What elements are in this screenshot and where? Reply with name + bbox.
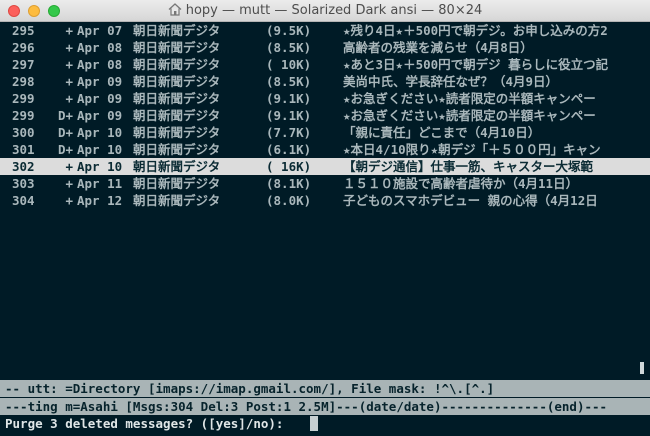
message-flags: + (65, 57, 73, 72)
message-row[interactable]: 300 D+ Apr 10 朝日新聞デジタ (7.7K) 「親に責任」どこまで（4月10日… (0, 124, 650, 141)
index-status-bar: ---ting m=Asahi [Msgs:304 Del:3 Post:1 2… (0, 398, 650, 415)
message-sender: 朝日新聞デジタ (133, 40, 221, 55)
message-number: 303 (12, 176, 35, 191)
message-sender: 朝日新聞デジタ (133, 193, 221, 208)
message-subject: ★お急ぎください★読者限定の半額キャンペー (343, 108, 596, 123)
terminal-content[interactable]: 295 + Apr 07 朝日新聞デジタ (9.5K) ★残り4日★＋500円で朝デジ。お… (0, 22, 650, 436)
message-number: 295 (12, 23, 35, 38)
message-flags: + (65, 74, 73, 89)
message-date: Apr 08 (77, 57, 123, 72)
command-prompt[interactable]: Purge 3 deleted messages? ([yes]/no): (0, 415, 650, 432)
message-subject: ★あと3日★＋500円で朝デジ 暮らしに役立つ記 (343, 57, 609, 72)
message-subject: 「親に責任」どこまで（4月10日） (343, 125, 541, 140)
message-sender: 朝日新聞デジタ (133, 91, 221, 106)
message-size: ( 16K) (266, 159, 312, 174)
scroll-indicator (640, 362, 644, 374)
message-sender: 朝日新聞デジタ (133, 108, 221, 123)
message-date: Apr 09 (77, 108, 123, 123)
message-row[interactable]: 301 D+ Apr 10 朝日新聞デジタ (6.1K) ★本日4/10限り★朝デジ「＋５… (0, 141, 650, 158)
message-subject: ★お急ぎください★読者限定の半額キャンペー (343, 91, 596, 106)
message-number: 297 (12, 57, 35, 72)
message-flags: + (65, 159, 73, 174)
message-subject: 【朝デジ通信】仕事一筋、キャスター大塚範 (343, 159, 594, 174)
message-number: 302 (12, 159, 35, 174)
message-size: (9.1K) (266, 91, 312, 106)
home-folder-icon (168, 3, 182, 16)
message-size: (8.5K) (266, 74, 312, 89)
message-number: 301 (12, 142, 35, 157)
message-number: 296 (12, 40, 35, 55)
message-row-selected[interactable]: 302 + Apr 10 朝日新聞デジタ ( 16K) 【朝デジ通信】仕事一筋、キャスター… (0, 158, 650, 175)
message-flags: D+ (57, 142, 73, 157)
message-row[interactable]: 303 + Apr 11 朝日新聞デジタ (8.1K) １５１０施設で高齢者虐待か（4月1… (0, 175, 650, 192)
message-number: 299 (12, 91, 35, 106)
message-row[interactable]: 295 + Apr 07 朝日新聞デジタ (9.5K) ★残り4日★＋500円で朝デジ。お… (0, 22, 650, 39)
message-date: Apr 10 (77, 125, 123, 140)
message-date: Apr 11 (77, 176, 123, 191)
message-date: Apr 07 (77, 23, 123, 38)
message-date: Apr 10 (77, 159, 123, 174)
message-date: Apr 09 (77, 91, 123, 106)
message-number: 299 (12, 108, 35, 123)
message-date: Apr 12 (77, 193, 123, 208)
message-number: 304 (12, 193, 35, 208)
message-flags: + (65, 91, 73, 106)
message-size: (9.5K) (266, 23, 312, 38)
window-title: hopy — mutt — Solarized Dark ansi — 80×2… (0, 3, 650, 18)
message-flags: D+ (57, 125, 73, 140)
message-size: (7.7K) (266, 125, 312, 140)
message-sender: 朝日新聞デジタ (133, 57, 221, 72)
message-sender: 朝日新聞デジタ (133, 23, 221, 38)
message-flags: + (65, 23, 73, 38)
message-subject: 美尚中氏、学長辞任なぜ？（4月9日） (343, 74, 559, 89)
message-flags: + (65, 176, 73, 191)
text-cursor (310, 416, 318, 431)
message-size: (6.1K) (266, 142, 312, 157)
message-row[interactable]: 296 + Apr 08 朝日新聞デジタ (8.5K) 高齢者の残業を減らせ（4月8日） (0, 39, 650, 56)
message-subject: ★残り4日★＋500円で朝デジ。お申し込みの方2 (343, 23, 608, 38)
message-date: Apr 10 (77, 142, 123, 157)
message-flags: D+ (57, 108, 73, 123)
message-size: ( 10K) (266, 57, 312, 72)
message-number: 300 (12, 125, 35, 140)
message-row[interactable]: 298 + Apr 09 朝日新聞デジタ (8.5K) 美尚中氏、学長辞任なぜ？（4月9日… (0, 73, 650, 90)
purge-prompt-text: Purge 3 deleted messages? ([yes]/no): (5, 416, 291, 431)
directory-status-bar: -- utt: =Directory [imaps://imap.gmail.c… (0, 380, 650, 397)
terminal-window: hopy — mutt — Solarized Dark ansi — 80×2… (0, 0, 650, 436)
message-subject: １５１０施設で高齢者虐待か（4月11日） (343, 176, 579, 191)
message-date: Apr 09 (77, 74, 123, 89)
message-size: (9.1K) (266, 108, 312, 123)
message-sender: 朝日新聞デジタ (133, 159, 221, 174)
message-flags: + (65, 40, 73, 55)
message-row[interactable]: 299 D+ Apr 09 朝日新聞デジタ (9.1K) ★お急ぎください★読者限定の半額… (0, 107, 650, 124)
directory-status-text: -- utt: =Directory [imaps://imap.gmail.c… (5, 381, 495, 396)
message-subject: ★本日4/10限り★朝デジ「＋５００円」キャン (343, 142, 601, 157)
message-subject: 子どものスマホデビュー 親の心得（4月12日 (343, 193, 598, 208)
title-bar[interactable]: hopy — mutt — Solarized Dark ansi — 80×2… (0, 0, 650, 22)
message-sender: 朝日新聞デジタ (133, 142, 221, 157)
message-date: Apr 08 (77, 40, 123, 55)
message-flags: + (65, 193, 73, 208)
message-subject: 高齢者の残業を減らせ（4月8日） (343, 40, 533, 55)
message-size: (8.5K) (266, 40, 312, 55)
message-sender: 朝日新聞デジタ (133, 125, 221, 140)
message-row[interactable]: 297 + Apr 08 朝日新聞デジタ ( 10K) ★あと3日★＋500円で朝デジ 暮… (0, 56, 650, 73)
message-size: (8.1K) (266, 176, 312, 191)
message-row[interactable]: 299 + Apr 09 朝日新聞デジタ (9.1K) ★お急ぎください★読者限定の半額キ… (0, 90, 650, 107)
window-title-text: hopy — mutt — Solarized Dark ansi — 80×2… (185, 3, 483, 18)
message-number: 298 (12, 74, 35, 89)
message-sender: 朝日新聞デジタ (133, 176, 221, 191)
index-status-text: ---ting m=Asahi [Msgs:304 Del:3 Post:1 2… (5, 399, 608, 414)
message-sender: 朝日新聞デジタ (133, 74, 221, 89)
message-size: (8.0K) (266, 193, 312, 208)
message-row[interactable]: 304 + Apr 12 朝日新聞デジタ (8.0K) 子どものスマホデビュー 親の心得（… (0, 192, 650, 209)
